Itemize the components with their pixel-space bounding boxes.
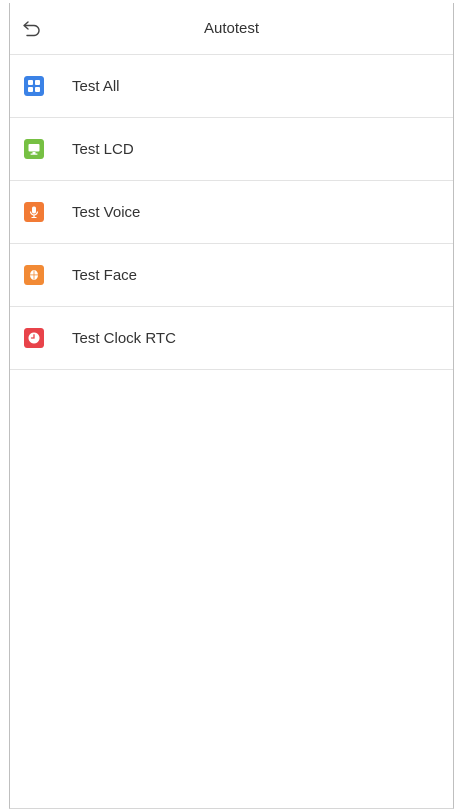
clock-icon: [24, 328, 44, 348]
list-item-label: Test Face: [72, 266, 138, 284]
list-item-test-lcd[interactable]: Test LCD: [10, 118, 453, 181]
face-icon: [24, 265, 44, 285]
grid-icon: [24, 76, 44, 96]
microphone-icon: [24, 202, 44, 222]
list-item-test-face[interactable]: Test Face: [10, 244, 453, 307]
list-item-test-voice[interactable]: Test Voice: [10, 181, 453, 244]
list-item-label: Test Voice: [72, 203, 141, 221]
list-item-label: Test Clock RTC: [72, 329, 176, 347]
monitor-icon: [24, 139, 44, 159]
autotest-screen: Autotest Test All Test LCD Test Voice Te…: [9, 3, 454, 809]
header-bar: Autotest: [10, 3, 453, 55]
back-button[interactable]: [20, 17, 44, 41]
list-item-label: Test LCD: [72, 140, 134, 158]
list-item-test-clock-rtc[interactable]: Test Clock RTC: [10, 307, 453, 370]
list-item-label: Test All: [72, 77, 120, 95]
autotest-list: Test All Test LCD Test Voice Test Face T…: [10, 55, 453, 370]
page-title: Autotest: [203, 20, 260, 37]
list-item-test-all[interactable]: Test All: [10, 55, 453, 118]
back-arrow-icon: [23, 21, 40, 37]
